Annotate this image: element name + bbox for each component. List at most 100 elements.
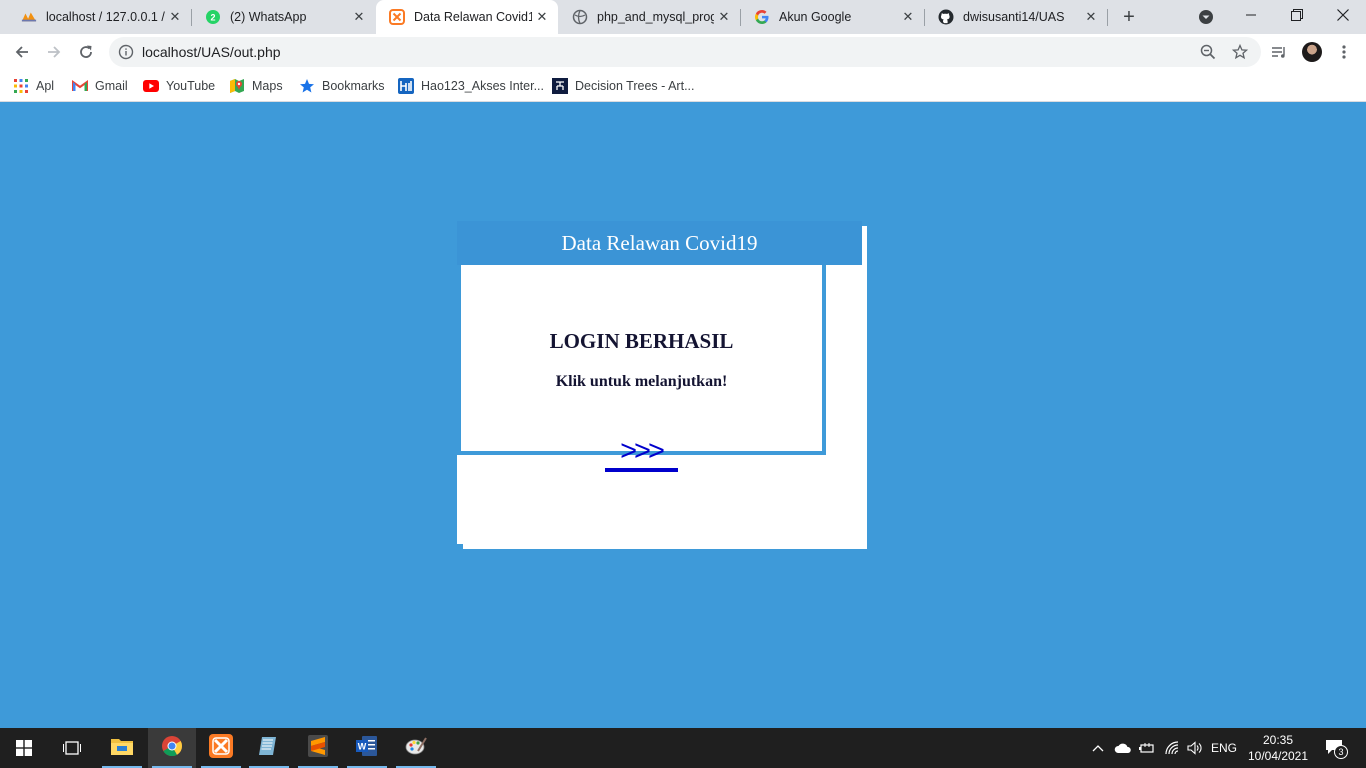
info-icon[interactable]: [118, 44, 134, 60]
reload-button[interactable]: [72, 38, 100, 66]
bookmark-hao123[interactable]: Hao123_Akses Inter...: [398, 76, 544, 96]
whatsapp-icon: 2: [205, 9, 221, 25]
svg-text:W: W: [358, 741, 367, 751]
card-side-panel: [826, 265, 862, 455]
tab-whatsapp[interactable]: 2 (2) WhatsApp ✕: [192, 0, 375, 34]
apps-grid-icon: [13, 78, 29, 94]
tab-data-relawan[interactable]: Data Relawan Covid19 ✕: [376, 0, 558, 34]
wifi-icon[interactable]: [1160, 728, 1184, 768]
github-icon: [938, 9, 954, 25]
volume-icon[interactable]: [1184, 728, 1206, 768]
tab-github[interactable]: dwisusanti14/UAS ✕: [925, 0, 1107, 34]
word-icon: W: [356, 735, 378, 762]
xampp-icon: [389, 9, 405, 25]
taskbar-notepad[interactable]: [245, 728, 293, 768]
system-clock[interactable]: 20:35 10/04/2021: [1244, 732, 1312, 764]
tab-akun-google[interactable]: Akun Google ✕: [741, 0, 924, 34]
notification-icon: 3: [1325, 738, 1348, 759]
taskbar-word[interactable]: W: [343, 728, 391, 768]
onedrive-icon[interactable]: [1112, 728, 1134, 768]
tab-title: Data Relawan Covid19: [414, 10, 532, 24]
bookmark-label: Gmail: [95, 79, 128, 93]
windows-taskbar: W ENG 20:35 10/04/2021 3: [0, 728, 1366, 768]
bookmark-gmail[interactable]: Gmail: [72, 76, 128, 96]
profile-avatar[interactable]: [1298, 38, 1326, 66]
bookmark-label: Apl: [36, 79, 55, 93]
continue-link-underline[interactable]: [605, 468, 678, 472]
page-title: Data Relawan Covid19: [561, 230, 758, 255]
message-box: [457, 265, 826, 455]
card-header: Data Relawan Covid19: [457, 221, 862, 265]
restore-button[interactable]: [1274, 0, 1320, 30]
address-bar[interactable]: localhost/UAS/out.php: [109, 37, 1261, 67]
taskbar-xampp[interactable]: [197, 728, 245, 768]
close-icon[interactable]: ✕: [898, 7, 918, 27]
close-icon[interactable]: ✕: [714, 7, 734, 27]
new-tab-button[interactable]: +: [1117, 5, 1141, 29]
notepad-icon: [258, 735, 280, 762]
taskbar-sublime[interactable]: [294, 728, 342, 768]
notification-count-badge: 3: [1334, 745, 1348, 759]
tab-strip: localhost / 127.0.0.1 / l ✕ 2 (2) WhatsA…: [0, 0, 1366, 34]
media-control-icon[interactable]: [1265, 38, 1293, 66]
globe-icon: [572, 9, 588, 25]
close-window-button[interactable]: [1320, 0, 1366, 30]
back-button[interactable]: [8, 38, 36, 66]
tab-php-mysql[interactable]: php_and_mysql_progr ✕: [559, 0, 740, 34]
continue-arrows[interactable]: >>>: [620, 435, 665, 467]
zoom-icon[interactable]: [1195, 37, 1221, 67]
tab-title: (2) WhatsApp: [230, 10, 307, 24]
tab-search-icon[interactable]: [1197, 8, 1215, 26]
start-button[interactable]: [0, 728, 48, 768]
bookmark-bookmarks[interactable]: Bookmarks: [299, 76, 385, 96]
tab-separator: [1107, 9, 1108, 26]
bookmark-maps[interactable]: Maps: [229, 76, 283, 96]
tab-title: Akun Google: [779, 10, 852, 24]
decision-trees-icon: [552, 78, 568, 94]
battery-icon[interactable]: [1136, 728, 1158, 768]
chrome-icon: [161, 735, 183, 762]
minimize-button[interactable]: [1228, 0, 1274, 30]
bookmark-label: Decision Trees - Art...: [575, 79, 695, 93]
taskbar-chrome[interactable]: [148, 728, 196, 768]
bookmark-decision-trees[interactable]: Decision Trees - Art...: [552, 76, 694, 96]
bookmark-apps[interactable]: Apl: [13, 76, 54, 96]
bookmarks-bar: Apl Gmail YouTube Maps Bookmarks Hao123_…: [0, 70, 1366, 102]
tab-phpmyadmin[interactable]: localhost / 127.0.0.1 / l ✕: [8, 0, 191, 34]
hao123-icon: [398, 78, 414, 94]
bookmark-star-icon[interactable]: [1227, 37, 1253, 67]
menu-icon[interactable]: [1330, 38, 1358, 66]
tab-title: php_and_mysql_progr: [597, 10, 714, 24]
tab-title: dwisusanti14/UAS: [963, 10, 1065, 24]
clock-time: 20:35: [1262, 733, 1294, 747]
gmail-icon: [72, 78, 88, 94]
login-instruction-text: Klik untuk melanjutkan!: [555, 373, 728, 390]
task-view-button[interactable]: [48, 728, 96, 768]
youtube-icon: [143, 78, 159, 94]
star-icon: [299, 78, 315, 94]
bookmark-label: Hao123_Akses Inter...: [421, 79, 544, 93]
bookmark-youtube[interactable]: YouTube: [143, 76, 215, 96]
show-hidden-icons-button[interactable]: [1088, 728, 1108, 768]
taskbar-file-explorer[interactable]: [98, 728, 146, 768]
paint-icon: [405, 735, 427, 762]
bookmark-label: YouTube: [166, 79, 216, 93]
url-text[interactable]: localhost/UAS/out.php: [142, 44, 281, 60]
close-icon[interactable]: ✕: [349, 7, 369, 27]
google-icon: [754, 9, 770, 25]
avatar: [1302, 42, 1322, 62]
close-icon[interactable]: ✕: [532, 7, 552, 27]
phpmyadmin-icon: [21, 9, 37, 25]
close-icon[interactable]: ✕: [1081, 7, 1101, 27]
taskbar-paint[interactable]: [392, 728, 440, 768]
action-center-button[interactable]: 3: [1318, 728, 1354, 768]
language-indicator[interactable]: ENG: [1208, 728, 1240, 768]
browser-toolbar: localhost/UAS/out.php: [0, 34, 1366, 70]
close-icon[interactable]: ✕: [165, 7, 185, 27]
forward-button[interactable]: [40, 38, 68, 66]
xampp-icon: [209, 733, 233, 763]
sublime-text-icon: [308, 734, 328, 762]
tab-title: localhost / 127.0.0.1 / l: [46, 10, 165, 24]
folder-icon: [111, 737, 133, 760]
bookmark-label: Maps: [252, 79, 283, 93]
